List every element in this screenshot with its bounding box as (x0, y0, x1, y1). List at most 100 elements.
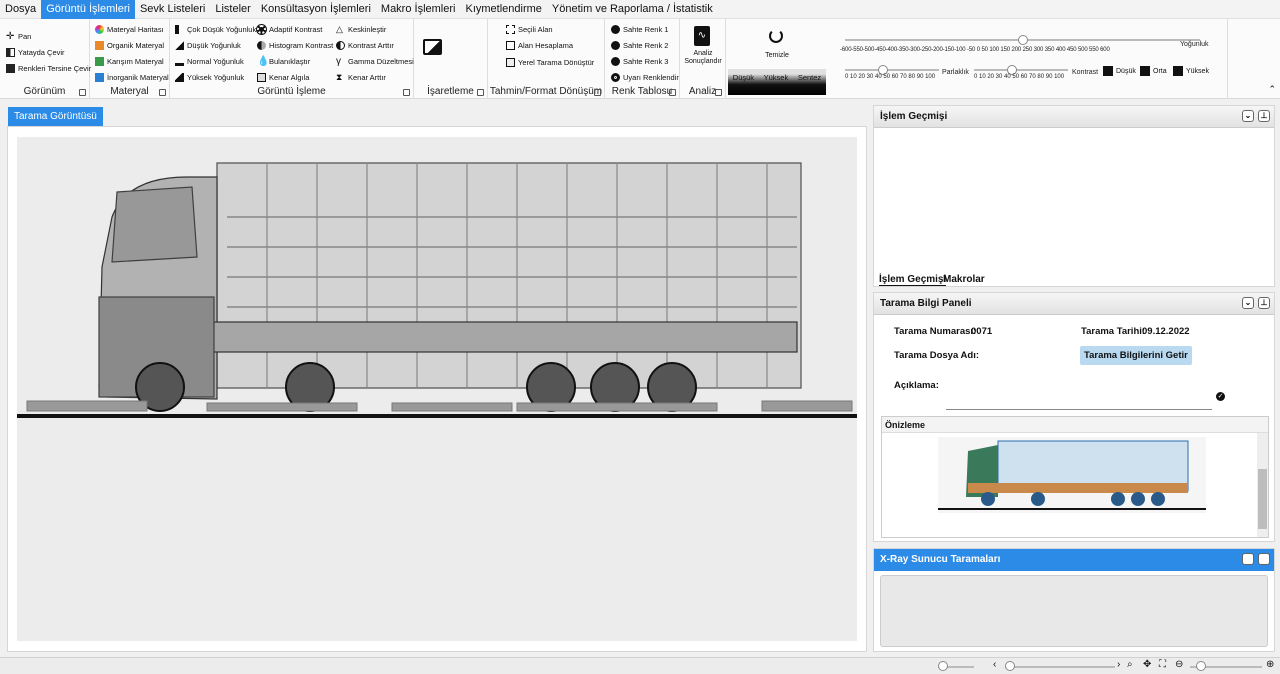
clear-button-label[interactable]: Temizle (726, 52, 828, 59)
normal-density-button[interactable]: Normal Yoğunluk (175, 57, 244, 66)
menu-sevk-listeleri[interactable]: Sevk Listeleri (135, 0, 210, 19)
option-label: Kontrast Arttır (348, 41, 394, 50)
selected-area-button[interactable]: Seçili Alan (506, 25, 553, 34)
analysis-icon[interactable]: ∿ (694, 26, 710, 46)
menu-konsultasyon[interactable]: Konsültasyon İşlemleri (256, 0, 376, 19)
description-field[interactable] (946, 409, 1212, 410)
sharpen-button[interactable]: △ Keskinleştir (336, 24, 386, 35)
pin-icon[interactable]: ⊥ (1258, 553, 1270, 565)
gamma-button[interactable]: γ Gamma Düzeltmesi (336, 57, 414, 67)
warning-color-button[interactable]: Uyarı Renklendir (611, 73, 679, 82)
launcher-icon[interactable] (594, 89, 601, 96)
tab-macros[interactable]: Makrolar (943, 274, 985, 285)
false-color-1-button[interactable]: Sahte Renk 1 (611, 25, 668, 34)
group-label: Görünüm (23, 86, 66, 97)
pan-button[interactable]: ✛ Pan (6, 32, 31, 42)
search-icon[interactable]: ⌕ (1127, 659, 1133, 670)
tab-history[interactable]: İşlem Geçmişi (879, 274, 947, 286)
adaptive-contrast-button[interactable]: Adaptif Kontrast (256, 24, 322, 35)
triangle-icon: △ (336, 24, 343, 34)
area-calc-button[interactable]: Alan Hesaplama (506, 41, 573, 50)
mixed-button[interactable]: Karışım Materyal (95, 57, 164, 66)
option-high[interactable]: Yüksek (1173, 66, 1209, 76)
option-label: Kenar Arttır (348, 73, 386, 82)
contrast-icon (336, 41, 345, 50)
menu-bar: Dosya Görüntü İşlemleri Sevk Listeleri L… (0, 0, 1280, 19)
local-scan-button[interactable]: Yerel Tarama Dönüştür (506, 58, 594, 67)
very-low-density-button[interactable]: Çok Düşük Yoğunluk (175, 25, 256, 34)
scan-number-value: 0071 (971, 326, 993, 337)
scan-tab[interactable]: Tarama Görüntüsü (8, 107, 103, 126)
chevron-left-icon[interactable]: ‹ (993, 659, 996, 670)
chevron-down-icon[interactable]: ⌄ (1242, 110, 1254, 122)
zoom-slider-knob[interactable] (1196, 661, 1206, 671)
menu-yonetim[interactable]: Yönetim ve Raporlama / İstatistik (547, 0, 718, 19)
option-low[interactable]: Düşük (1103, 66, 1136, 76)
group-analiz: ∿ Analiz Sonuçlandır Analiz (680, 19, 726, 99)
chevron-down-icon[interactable]: ⌄ (1242, 553, 1254, 565)
menu-kiymetlendirme[interactable]: Kıymetlendirme (460, 0, 546, 19)
tab-low[interactable]: Düşük (733, 73, 754, 95)
launcher-icon[interactable] (159, 89, 166, 96)
flip-button[interactable]: Yatayda Çevir (6, 48, 65, 57)
scroll-slider[interactable] (1005, 666, 1115, 668)
scroll-slider-knob[interactable] (1005, 661, 1015, 671)
flip-icon (6, 48, 15, 57)
menu-makro[interactable]: Makro İşlemleri (376, 0, 461, 19)
menu-goruntu-islemleri[interactable]: Görüntü İşlemleri (41, 0, 135, 19)
tab-synthesis[interactable]: Sentez (798, 73, 821, 95)
zoom-out-icon[interactable]: ⊖ (1175, 659, 1183, 670)
invert-button[interactable]: Renkleri Tersine Çevir (6, 64, 91, 73)
blur-button[interactable]: 💧 Bulanıklaştır (257, 57, 310, 67)
edge-enhance-button[interactable]: ⧗ Kenar Arttır (336, 73, 386, 83)
palette-icon (611, 57, 620, 66)
image-icon (1140, 66, 1150, 76)
pin-icon[interactable]: ⊥ (1258, 110, 1270, 122)
high-density-button[interactable]: Yüksek Yoğunluk (175, 73, 244, 82)
chevron-right-icon[interactable]: › (1117, 659, 1120, 670)
preview-image (938, 437, 1206, 513)
false-color-2-button[interactable]: Sahte Renk 2 (611, 41, 668, 50)
check-circle-icon[interactable]: ✓ (1216, 392, 1225, 401)
fetch-info-button[interactable]: Tarama Bilgilerini Getir (1080, 346, 1192, 365)
density-slider-knob[interactable] (1017, 35, 1028, 45)
tab-high[interactable]: Yüksek (764, 73, 789, 95)
menu-listeler[interactable]: Listeler (210, 0, 255, 19)
status-slider-1-knob[interactable] (938, 661, 948, 671)
refresh-icon[interactable] (769, 29, 783, 43)
analysis-button-label[interactable]: Analiz Sonuçlandır (682, 50, 724, 66)
brightness-slider[interactable] (845, 69, 939, 71)
organic-button[interactable]: Organik Materyal (95, 41, 164, 50)
launcher-icon[interactable] (403, 89, 410, 96)
collapse-ribbon-icon[interactable]: ⌃ (1268, 84, 1276, 95)
image-edit-icon[interactable] (423, 39, 442, 55)
zoom-in-icon[interactable]: ⊕ (1266, 659, 1274, 670)
info-title: Tarama Bilgi Paneli ⌄ ⊥ (874, 293, 1274, 315)
pin-icon[interactable]: ⊥ (1258, 297, 1270, 309)
option-medium[interactable]: Orta (1140, 66, 1167, 76)
inorganic-button[interactable]: İnorganik Materyal (95, 73, 169, 82)
inorganic-icon (95, 73, 104, 82)
increase-contrast-button[interactable]: Kontrast Arttır (336, 41, 394, 50)
chevron-down-icon[interactable]: ⌄ (1242, 297, 1254, 309)
histogram-contrast-button[interactable]: Histogram Kontrast (257, 41, 333, 50)
contrast-slider[interactable] (974, 69, 1068, 71)
launcher-icon[interactable] (715, 89, 722, 96)
menu-dosya[interactable]: Dosya (0, 0, 41, 19)
launcher-icon[interactable] (79, 89, 86, 96)
contrast-icon (257, 41, 266, 50)
fit-icon[interactable]: ⛶ (1159, 659, 1166, 670)
edge-detect-button[interactable]: Kenar Algıla (257, 73, 309, 82)
image-icon (1173, 66, 1183, 76)
false-color-3-button[interactable]: Sahte Renk 3 (611, 57, 668, 66)
xray-list[interactable] (880, 575, 1268, 647)
low-density-button[interactable]: Düşük Yoğunluk (175, 41, 241, 50)
option-label: Düşük Yoğunluk (187, 41, 241, 50)
preview-scrollbar[interactable] (1257, 433, 1268, 537)
energy-tabs: Düşük Yüksek Sentez (728, 69, 826, 95)
material-map-button[interactable]: Materyal Haritası (95, 25, 164, 34)
move-icon[interactable]: ✥ (1143, 659, 1151, 670)
launcher-icon[interactable] (669, 89, 676, 96)
launcher-icon[interactable] (477, 89, 484, 96)
scan-canvas[interactable] (17, 137, 857, 641)
